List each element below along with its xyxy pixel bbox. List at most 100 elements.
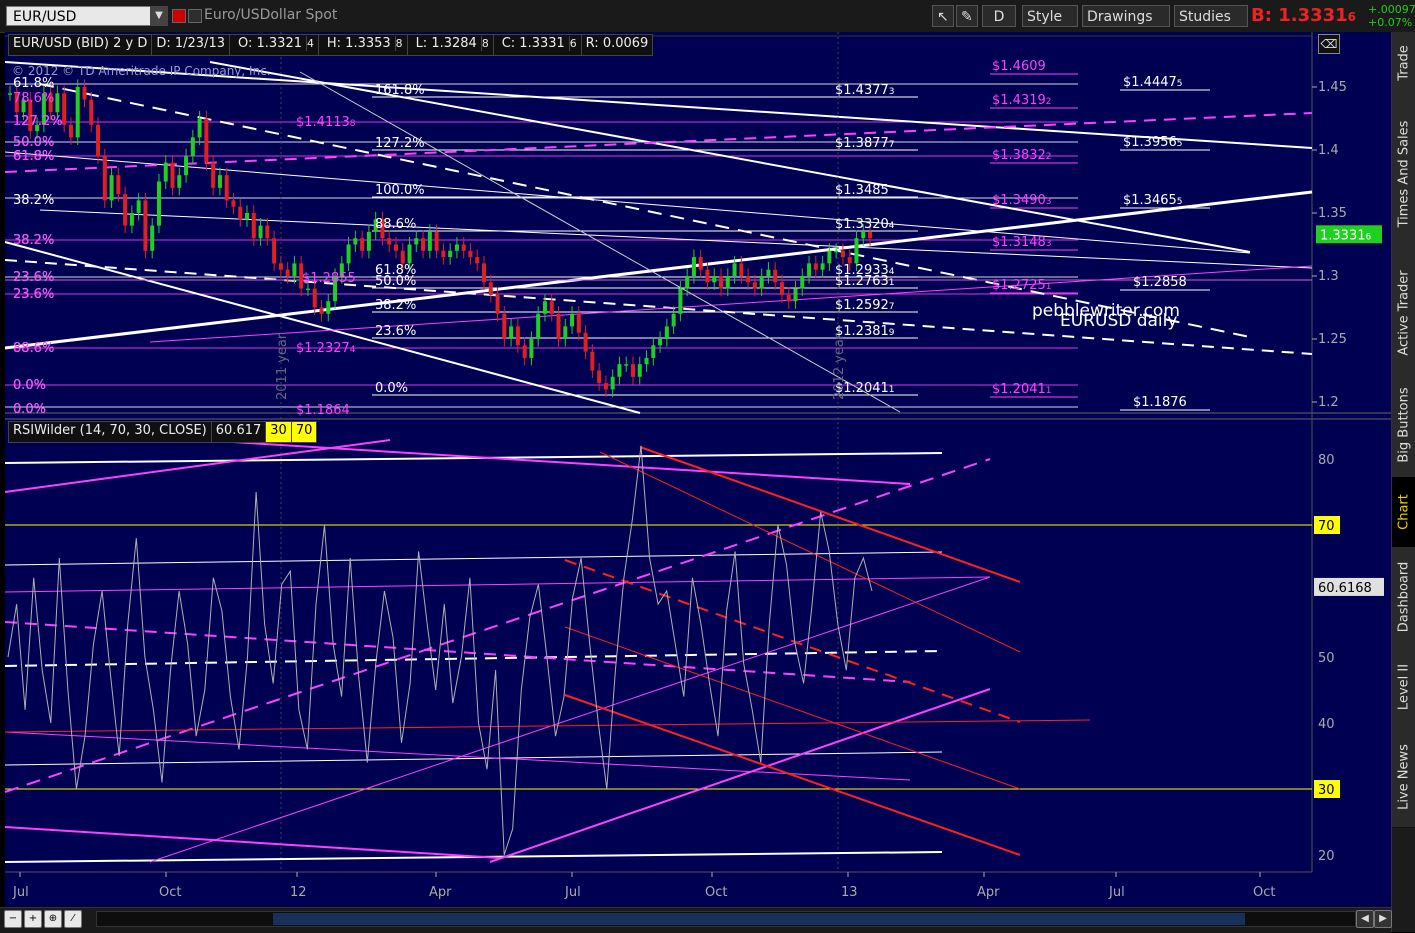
candle-body <box>82 87 87 100</box>
drawings-button[interactable]: Drawings <box>1082 5 1170 27</box>
candle-body <box>542 301 547 314</box>
candle-body <box>123 194 128 226</box>
price-header: EUR/USD (BID) 2 y D D: 1/23/13 O: 1.3321… <box>8 34 654 56</box>
scroll-right-icon[interactable]: ▶ <box>1374 910 1392 928</box>
candle-body <box>217 175 222 188</box>
white-price-frac: 5 <box>1177 139 1183 149</box>
white-price-label: $1.39565 <box>1123 135 1183 150</box>
price-chart[interactable]: 61.8%38.2%50.0%127.2%61.8%38.2%23.6%23.6… <box>0 32 1391 907</box>
zoom-out-icon[interactable]: − <box>4 910 22 928</box>
zoom-fit-icon[interactable]: ⊕ <box>44 910 62 928</box>
candle-body <box>678 288 683 314</box>
rsi-header: RSIWilder (14, 70, 30, CLOSE) 60.617 30 … <box>8 421 318 443</box>
close-value: C: 1.3331 6 <box>494 35 582 55</box>
magenta-price-frac: 3 <box>1046 197 1052 207</box>
drawing-tool-icon[interactable]: ⁄ <box>64 910 82 928</box>
mid-price-frac: 3 <box>889 87 895 97</box>
candle-body <box>407 244 412 264</box>
magenta-left-price-frac: 8 <box>350 119 356 129</box>
candle-body <box>827 250 832 264</box>
magenta-left-price-label: $1.1864 <box>296 403 350 418</box>
zoom-in-icon[interactable]: + <box>24 910 42 928</box>
candle-body <box>807 263 812 276</box>
low-value: L: 1.3284 8 <box>408 35 494 55</box>
candle-body <box>184 156 189 176</box>
candle-body <box>96 124 101 157</box>
bid-quote: B: 1.33316 <box>1251 5 1356 26</box>
fib-left-magenta-label: 127.2% <box>13 114 63 129</box>
high-label: H: 1.3353 <box>322 36 396 51</box>
candle-body <box>400 250 405 264</box>
candle-body <box>556 313 561 339</box>
year-label: 2012 year <box>832 333 847 400</box>
fib-left-magenta-label: 50.0% <box>13 135 54 150</box>
candle-body <box>732 263 737 276</box>
bid-price-frac: 6 <box>1347 10 1357 24</box>
fib-mid-label: 161.8% <box>375 83 425 98</box>
open-label: O: 1.3321 <box>233 36 307 51</box>
scrollbar-thumb[interactable] <box>273 913 1245 925</box>
candle-body <box>644 357 649 365</box>
studies-label: Studies <box>1179 9 1231 25</box>
fib-left-magenta-label: 61.8% <box>13 149 54 164</box>
collapse-icon[interactable]: ⌫ <box>1318 34 1340 54</box>
x-axis-label: Jul <box>1108 885 1125 900</box>
wrench-icon[interactable]: ✎ <box>956 5 978 27</box>
candle-body <box>773 269 778 283</box>
change-absolute: +.00097 <box>1368 3 1415 16</box>
candle-body <box>224 175 229 201</box>
candle-body <box>454 244 459 251</box>
tab-trade[interactable]: Trade <box>1392 32 1415 95</box>
grid-icon[interactable] <box>188 9 202 23</box>
candle-body <box>55 93 60 113</box>
tab-big-buttons[interactable]: Big Buttons <box>1392 372 1415 478</box>
candle-body <box>603 383 608 390</box>
candle-body <box>109 175 114 201</box>
fib-left-magenta-label: 0.0% <box>13 378 46 393</box>
candle-body <box>177 175 182 188</box>
symbol-input[interactable]: EUR/USD <box>6 6 166 26</box>
candle-body <box>441 250 446 258</box>
fib-left-magenta-label: 23.6% <box>13 270 54 285</box>
candle-body <box>102 156 107 201</box>
mid-price-label: $1.38777 <box>835 136 895 151</box>
cursor-icon[interactable]: ↖ <box>932 5 954 27</box>
timeframe-button[interactable]: D <box>982 5 1016 27</box>
fib-left-magenta-label: 38.2% <box>13 233 54 248</box>
horizontal-scrollbar[interactable] <box>96 911 1356 927</box>
fib-mid-label: 38.2% <box>375 298 416 313</box>
studies-button[interactable]: Studies <box>1174 5 1248 27</box>
magenta-price-label: $1.43192 <box>992 93 1052 108</box>
candle-body <box>461 244 466 251</box>
fib-left-magenta-label: 0.0% <box>13 402 46 417</box>
candle-body <box>624 364 629 366</box>
magenta-left-price-frac: 4 <box>350 345 356 355</box>
magenta-price-frac: 2 <box>1046 97 1052 107</box>
fib-left-magenta-label: 78.6% <box>13 91 54 106</box>
candle-body <box>610 376 615 390</box>
fib-mid-label: 100.0% <box>375 183 425 198</box>
magenta-price-label: $1.4609 <box>992 59 1046 74</box>
magenta-left-price-label: $1.2855 <box>302 271 356 286</box>
scroll-left-icon[interactable]: ◀ <box>1356 910 1374 928</box>
x-axis-label: Jul <box>12 885 29 900</box>
candle-body <box>448 250 453 258</box>
tab-dashboard[interactable]: Dashboard <box>1392 547 1415 648</box>
tab-level-ii[interactable]: Level II <box>1392 647 1415 728</box>
tab-times-and-sales[interactable]: Times And Sales <box>1392 94 1415 255</box>
x-axis-label: Oct <box>159 885 181 900</box>
tab-dashboard-label: Dashboard <box>1396 561 1412 633</box>
symbol-dropdown-icon[interactable]: ▼ <box>150 6 168 26</box>
tab-chart-label: Chart <box>1396 494 1412 530</box>
candle-body <box>482 263 487 283</box>
candle-body <box>549 301 554 314</box>
tab-active-trader[interactable]: Active Trader <box>1392 254 1415 373</box>
top-toolbar: EUR/USD ▼ Euro/USDollar Spot ↖ ✎ D Style… <box>0 0 1415 33</box>
rsi-lower-level: 30 <box>266 422 292 442</box>
tab-active-trader-label: Active Trader <box>1396 270 1412 356</box>
link-color-icon[interactable] <box>172 9 186 23</box>
tab-chart[interactable]: Chart <box>1392 477 1415 548</box>
mid-price-frac: 7 <box>889 302 895 312</box>
style-button[interactable]: Style <box>1022 5 1078 27</box>
tab-live-news[interactable]: Live News <box>1392 727 1415 828</box>
